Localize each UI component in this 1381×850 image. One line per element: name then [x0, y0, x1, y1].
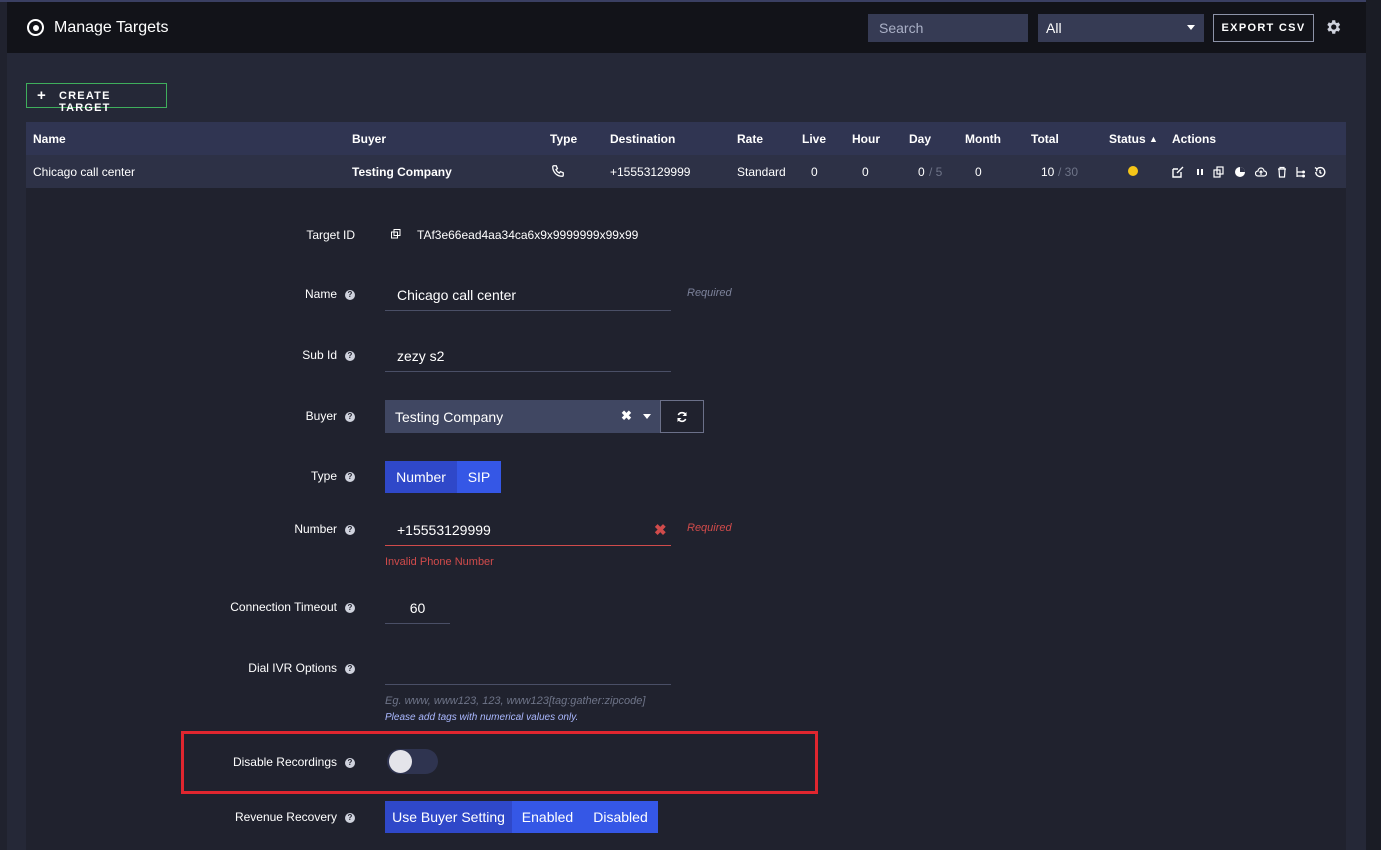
type-number-option[interactable]: Number	[385, 461, 457, 493]
name-required-hint: Required	[687, 287, 732, 299]
dial-ivr-input[interactable]	[385, 657, 671, 685]
routing-icon[interactable]	[1295, 166, 1307, 178]
col-rate[interactable]: Rate	[737, 132, 763, 146]
col-month[interactable]: Month	[965, 132, 1001, 146]
create-target-button[interactable]: + CREATE TARGET	[26, 83, 167, 114]
timeout-label: Connection Timeout?	[180, 600, 355, 614]
help-icon[interactable]: ?	[345, 472, 355, 482]
buyer-select[interactable]: Testing Company ✖	[385, 400, 661, 433]
row-destination: +15553129999	[610, 165, 691, 179]
chevron-down-icon	[1187, 25, 1195, 30]
row-day: 0	[918, 165, 925, 179]
revenue-enabled-option[interactable]: Enabled	[512, 801, 583, 833]
sort-asc-icon: ▲	[1149, 134, 1158, 144]
filter-select-value: All	[1046, 20, 1062, 36]
cloud-upload-icon[interactable]	[1255, 166, 1267, 178]
pie-chart-icon[interactable]	[1234, 166, 1246, 178]
col-type[interactable]: Type	[550, 132, 577, 146]
help-icon[interactable]: ?	[345, 813, 355, 823]
name-label: Name?	[240, 287, 355, 301]
help-icon[interactable]: ?	[345, 351, 355, 361]
row-hour: 0	[862, 165, 869, 179]
timeout-label-text: Connection Timeout	[230, 600, 337, 614]
type-sip-option[interactable]: SIP	[457, 461, 501, 493]
number-label-text: Number	[294, 522, 337, 536]
pause-icon[interactable]	[1194, 166, 1206, 178]
error-icon: ✖	[654, 522, 667, 539]
number-required-hint: Required	[687, 522, 732, 534]
row-total: 10	[1041, 165, 1055, 179]
edit-icon[interactable]	[1172, 166, 1184, 178]
col-actions: Actions	[1172, 132, 1217, 146]
col-name[interactable]: Name	[33, 132, 66, 146]
target-id-value: TAf3e66ead4aa34ca6x9x9999999x99x99	[417, 228, 639, 242]
type-label-text: Type	[310, 469, 337, 483]
highlight-box	[181, 731, 818, 794]
name-input[interactable]: Chicago call center	[385, 283, 671, 311]
help-icon[interactable]: ?	[345, 603, 355, 613]
type-label: Type?	[240, 469, 355, 483]
status-indicator	[1128, 166, 1138, 176]
search-input[interactable]	[868, 14, 1028, 42]
dial-ivr-label-text: Dial IVR Options	[248, 661, 337, 675]
target-id-label: Target ID	[306, 228, 355, 242]
filter-select[interactable]: All	[1038, 14, 1204, 42]
timeout-input[interactable]: 60	[385, 596, 450, 624]
col-buyer[interactable]: Buyer	[352, 132, 386, 146]
col-status[interactable]: Status	[1109, 132, 1146, 146]
sub-id-input[interactable]: zezy s2	[385, 344, 671, 372]
sub-id-label: Sub Id?	[240, 348, 355, 362]
help-icon[interactable]: ?	[345, 525, 355, 535]
refresh-buyers-button[interactable]	[660, 400, 704, 433]
gear-icon[interactable]	[1324, 18, 1342, 36]
history-icon[interactable]	[1314, 166, 1326, 178]
copy-id-icon[interactable]	[391, 229, 401, 239]
dial-ivr-placeholder: Eg. www, www123, 123, www123[tag:gather:…	[385, 695, 646, 707]
col-day[interactable]: Day	[909, 132, 931, 146]
table-header: Name Buyer Type Destination Rate Live Ho…	[26, 122, 1346, 155]
number-input[interactable]: +15553129999	[385, 518, 671, 546]
trash-icon[interactable]	[1276, 166, 1288, 178]
number-label: Number?	[240, 522, 355, 536]
target-icon	[27, 19, 44, 36]
refresh-icon	[677, 411, 687, 423]
app-header: Manage Targets All EXPORT CSV	[7, 2, 1366, 53]
row-month: 0	[975, 165, 982, 179]
plus-icon: +	[37, 87, 47, 104]
col-total[interactable]: Total	[1031, 132, 1059, 146]
name-label-text: Name	[304, 287, 337, 301]
buyer-select-value: Testing Company	[395, 409, 504, 425]
clear-icon[interactable]: ✖	[621, 408, 632, 424]
col-hour[interactable]: Hour	[852, 132, 880, 146]
dial-ivr-label: Dial IVR Options?	[180, 661, 355, 675]
copy-icon[interactable]	[1213, 166, 1225, 178]
row-buyer: Testing Company	[352, 165, 452, 179]
dial-ivr-note: Please add tags with numerical values on…	[385, 712, 579, 723]
sub-id-label-text: Sub Id	[302, 348, 337, 362]
help-icon[interactable]: ?	[345, 664, 355, 674]
col-live[interactable]: Live	[802, 132, 826, 146]
page-title: Manage Targets	[54, 19, 169, 36]
help-icon[interactable]: ?	[345, 412, 355, 422]
row-live: 0	[811, 165, 818, 179]
buyer-label-text: Buyer	[305, 409, 337, 423]
col-destination[interactable]: Destination	[610, 132, 675, 146]
revenue-recovery-label-text: Revenue Recovery	[234, 810, 337, 824]
row-day-cap: / 5	[929, 165, 943, 179]
row-name: Chicago call center	[33, 165, 136, 179]
chevron-down-icon[interactable]	[643, 414, 651, 419]
revenue-use-buyer-option[interactable]: Use Buyer Setting	[385, 801, 512, 833]
page-scrollbar[interactable]	[1366, 0, 1381, 850]
help-icon[interactable]: ?	[345, 290, 355, 300]
buyer-label: Buyer?	[240, 409, 355, 423]
number-error-message: Invalid Phone Number	[385, 556, 494, 568]
revenue-disabled-option[interactable]: Disabled	[583, 801, 658, 833]
row-rate: Standard	[737, 165, 786, 179]
create-target-label: CREATE TARGET	[59, 90, 111, 114]
row-total-cap: / 30	[1058, 165, 1079, 179]
phone-icon	[552, 165, 564, 177]
revenue-recovery-label: Revenue Recovery?	[180, 810, 355, 824]
export-csv-button[interactable]: EXPORT CSV	[1213, 14, 1314, 42]
table-row[interactable]: Chicago call center Testing Company +155…	[26, 155, 1346, 188]
